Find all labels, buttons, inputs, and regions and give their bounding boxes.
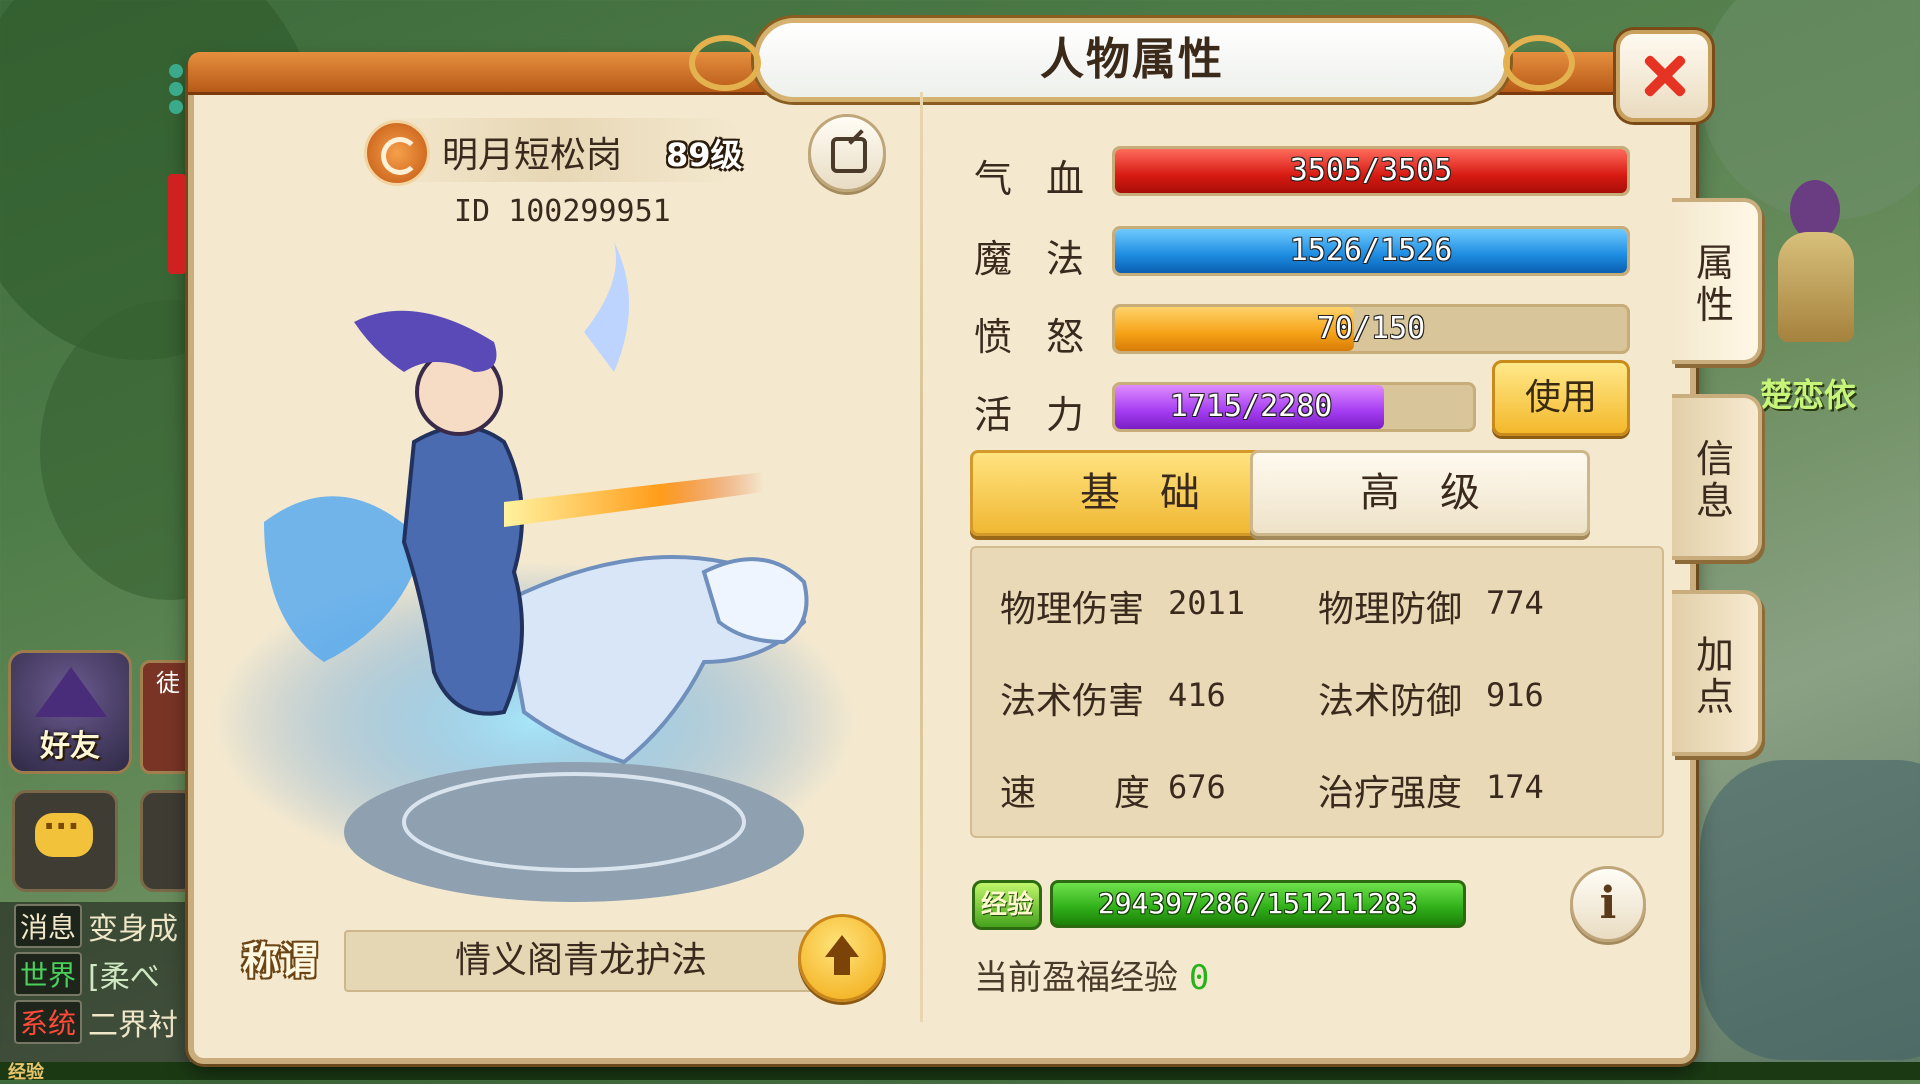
school-emblem-icon: [364, 120, 430, 186]
rage-value: 70/150: [1316, 311, 1426, 346]
use-vitality-button[interactable]: 使用: [1492, 360, 1630, 436]
npc-character[interactable]: [1760, 170, 1870, 370]
title-plate: 人物属性: [689, 18, 1575, 102]
attr-value-physical-damage: 2011: [1168, 584, 1246, 622]
bottom-exp-strip: 经验: [0, 1062, 1920, 1083]
chat-text: 变身成: [88, 912, 179, 947]
vital-label-mp: 魔法: [974, 237, 1084, 281]
chat-text: [柔べ: [88, 960, 160, 995]
chat-bubble-icon: [35, 807, 93, 857]
title-label: 称谓: [242, 938, 319, 983]
character-level: 89级: [666, 136, 743, 174]
portrait-blade: [584, 242, 629, 372]
vitality-bar: 1715/2280: [1112, 382, 1476, 432]
hp-value: 3505/3505: [1289, 153, 1453, 188]
attr-value-magic-defense: 916: [1486, 676, 1544, 714]
chat-line[interactable]: 消息 变身成: [0, 902, 190, 950]
info-icon: i: [1599, 878, 1617, 929]
character-name: 明月短松岗: [442, 135, 623, 176]
scroll-ornament-icon: [1503, 35, 1575, 91]
attr-value-speed: 676: [1168, 768, 1226, 806]
hp-bar: 3505/3505: [1112, 146, 1630, 196]
character-id-label: ID: [454, 194, 491, 229]
attr-label-speed: 速度: [1000, 773, 1150, 814]
title-field[interactable]: 情义阁青龙护法: [344, 930, 818, 992]
exp-info-button[interactable]: i: [1570, 866, 1646, 942]
chat-channel-tag: 消息: [14, 904, 83, 948]
side-tab-allocate-points[interactable]: 加点: [1672, 590, 1762, 756]
chat-line[interactable]: 系统 二界衬: [0, 998, 190, 1046]
wizard-hat-icon: [35, 667, 107, 717]
vital-label-rage: 愤怒: [974, 315, 1084, 359]
side-tab-attributes[interactable]: 属性: [1672, 198, 1762, 364]
background-water: [1700, 760, 1920, 1060]
fortune-exp-value: 0: [1188, 958, 1210, 998]
close-button[interactable]: [1616, 30, 1712, 122]
mp-value: 1526/1526: [1289, 233, 1453, 268]
title-change-button[interactable]: [798, 914, 886, 1002]
chat-text: 二界衬: [88, 1008, 179, 1043]
attr-value-healing: 174: [1486, 768, 1544, 806]
chat-channel-tag: 系统: [14, 1000, 83, 1044]
exp-bar: 294397286/151211283: [1050, 880, 1466, 928]
attributes-box: 物理伤害 2011 物理防御 774 法术伤害 416 法术防御 916 速度 …: [970, 546, 1664, 838]
exp-badge: 经验: [972, 880, 1042, 930]
portrait-stone-base: [344, 762, 804, 902]
portrait-sword-flame: [504, 472, 764, 527]
side-tab-info[interactable]: 信息: [1672, 394, 1762, 560]
chat-log[interactable]: 消息 变身成 世界 [柔べ 系统 二界衬: [0, 902, 190, 1080]
vitality-value: 1715/2280: [1169, 389, 1333, 424]
attr-value-magic-damage: 416: [1168, 676, 1226, 714]
character-portrait: [214, 242, 854, 902]
vital-label-hp: 气血: [974, 157, 1084, 201]
tassel-ornament: [168, 60, 186, 340]
vital-label-vitality: 活力: [974, 393, 1084, 437]
attr-value-physical-defense: 774: [1486, 584, 1544, 622]
tab-advanced[interactable]: 高级: [1250, 450, 1590, 536]
exp-value: 294397286/151211283: [1097, 887, 1419, 920]
chat-button[interactable]: [12, 790, 118, 892]
character-id: ID 100299951: [454, 194, 671, 229]
share-button[interactable]: [808, 114, 886, 192]
friends-button-label: 好友: [40, 729, 100, 764]
fortune-exp-label: 当前盈福经验: [974, 958, 1178, 998]
share-icon: [831, 137, 867, 173]
npc-name[interactable]: 楚恋依: [1760, 370, 1856, 416]
chat-line[interactable]: 世界 [柔べ: [0, 950, 190, 998]
up-arrow-icon: [825, 935, 859, 957]
scroll-ornament-icon: [689, 35, 761, 91]
friends-button[interactable]: 好友: [8, 650, 132, 774]
attr-label-magic-defense: 法术防御: [1318, 681, 1463, 722]
character-attributes-panel: 人物属性 明月短松岗 89级 ID 100299951 称谓 情义阁青龙护法 气…: [188, 18, 1696, 1064]
rage-bar: 70/150: [1112, 304, 1630, 354]
attr-label-physical-damage: 物理伤害: [1000, 589, 1145, 630]
title-value: 情义阁青龙护法: [454, 940, 707, 981]
attr-label-healing: 治疗强度: [1318, 773, 1463, 814]
column-divider: [920, 92, 923, 1022]
chat-channel-tag: 世界: [14, 952, 83, 996]
character-id-value: 100299951: [508, 194, 671, 229]
attr-label-physical-defense: 物理防御: [1318, 589, 1463, 630]
panel-title: 人物属性: [1040, 34, 1224, 85]
attr-label-magic-damage: 法术伤害: [1000, 681, 1145, 722]
mp-bar: 1526/1526: [1112, 226, 1630, 276]
portrait-hair: [354, 310, 497, 372]
fortune-exp-row: 当前盈福经验 0: [974, 950, 1209, 999]
